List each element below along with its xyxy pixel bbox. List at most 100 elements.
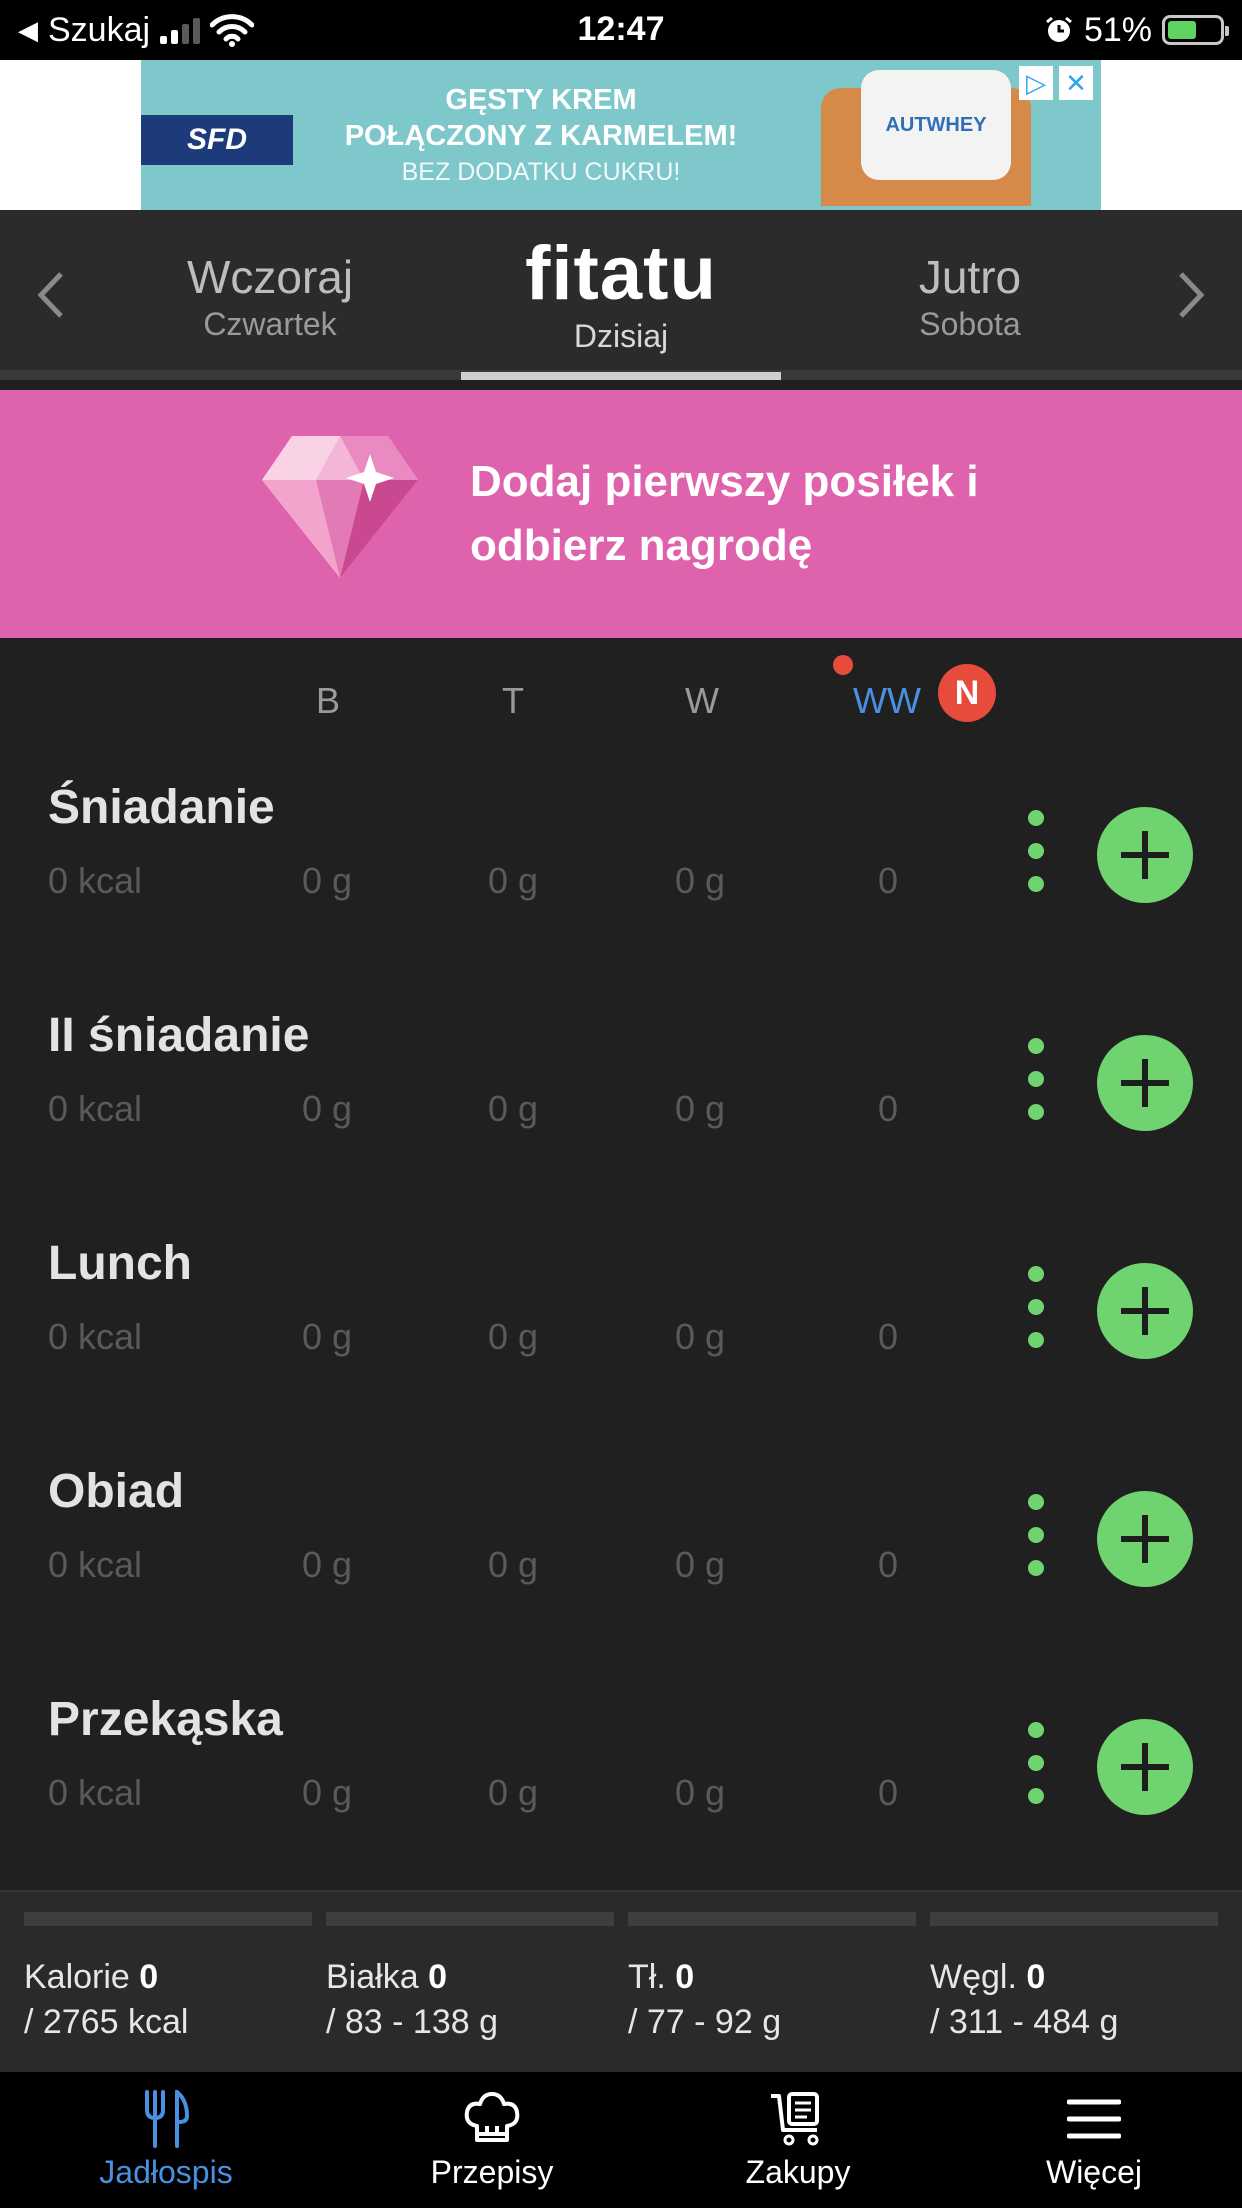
column-header-ww[interactable]: WW	[853, 680, 921, 722]
fat-range: / 77 - 92 g	[628, 2003, 782, 2041]
calories-label: Kalorie	[24, 1958, 130, 1996]
reward-promo-banner[interactable]: Dodaj pierwszy posiłek i odbierz nagrodę	[0, 390, 1242, 638]
ad-info-icon[interactable]: ▷	[1019, 66, 1053, 100]
next-weekday: Sobota	[919, 306, 1021, 342]
calories-progress-bar	[24, 1912, 312, 1926]
ad-area: SFD GĘSTY KREM POŁĄCZONY Z KARMELEM! BEZ…	[0, 60, 1242, 210]
protein-value: 0	[428, 1958, 447, 1996]
ad-logo: SFD	[141, 115, 293, 165]
promo-text: Dodaj pierwszy posiłek i odbierz nagrodę	[470, 457, 979, 570]
meal-row[interactable]: II śniadanie 0 kcal 0 g 0 g 0 g 0	[0, 988, 1242, 1216]
ad-banner[interactable]: SFD GĘSTY KREM POŁĄCZONY Z KARMELEM! BEZ…	[141, 60, 1101, 210]
previous-day-label: Wczoraj	[186, 251, 354, 303]
daily-summary[interactable]: Kalorie 0 / 2765 kcal Białka 0 / 83 - 13…	[0, 1890, 1242, 2072]
meal-fat: 0 g	[488, 860, 539, 901]
tab-label: Więcej	[1045, 2154, 1142, 2190]
ad-line-3: BEZ DODATKU CUKRU!	[401, 158, 681, 186]
add-meal-button[interactable]	[1097, 1263, 1193, 1359]
protein-range: / 83 - 138 g	[326, 2003, 499, 2041]
meal-row[interactable]: Lunch 0 kcal 0 g 0 g 0 g 0	[0, 1216, 1242, 1444]
meal-fat: 0 g	[488, 1544, 539, 1585]
meal-protein: 0 g	[302, 1544, 353, 1585]
previous-day-arrow-icon[interactable]	[25, 260, 75, 330]
tab-bar: Jadłospis Przepisy Zakupy Więcej	[0, 2072, 1242, 2208]
previous-weekday: Czwartek	[203, 306, 337, 342]
tab-jadlospis[interactable]: Jadłospis	[41, 2090, 291, 2191]
meal-fat: 0 g	[488, 1088, 539, 1129]
meal-protein: 0 g	[302, 1772, 353, 1813]
fat-progress-bar	[628, 1912, 916, 1926]
meal-kcal: 0 kcal	[48, 1316, 143, 1357]
meal-name: Lunch	[48, 1237, 192, 1290]
battery-percent: 51%	[1083, 10, 1152, 49]
previous-day[interactable]: Wczoraj Czwartek	[150, 250, 390, 343]
current-day[interactable]: fitatu Dzisiaj	[460, 232, 782, 355]
fork-knife-icon	[145, 2090, 190, 2148]
more-options-icon[interactable]	[1026, 1494, 1046, 1578]
meal-name: Przekąska	[48, 1693, 283, 1746]
meal-carbs: 0 g	[675, 1544, 726, 1585]
next-day-label: Jutro	[918, 251, 1022, 303]
more-options-icon[interactable]	[1026, 1038, 1046, 1122]
add-meal-button[interactable]	[1097, 807, 1193, 903]
column-header-carbs: W	[685, 680, 719, 721]
battery-icon	[1162, 15, 1229, 45]
active-day-indicator	[461, 372, 781, 380]
meal-protein: 0 g	[302, 1316, 353, 1357]
column-header-protein: B	[316, 680, 341, 721]
menu-icon	[1067, 2099, 1121, 2139]
next-day[interactable]: Jutro Sobota	[850, 250, 1090, 343]
meal-kcal: 0 kcal	[48, 1088, 143, 1129]
ad-close-icon[interactable]: ✕	[1059, 66, 1093, 100]
current-day-label: Dzisiaj	[573, 318, 669, 354]
meal-name: II śniadanie	[48, 1009, 310, 1062]
meal-protein: 0 g	[302, 860, 353, 901]
next-day-arrow-icon[interactable]	[1167, 260, 1217, 330]
ad-text: GĘSTY KREM POŁĄCZONY Z KARMELEM! BEZ DOD…	[321, 82, 761, 190]
carbs-label: Węgl.	[930, 1958, 1017, 1996]
fat-label: Tł.	[628, 1958, 666, 1996]
meal-kcal: 0 kcal	[48, 1772, 143, 1813]
diamond-icon	[262, 436, 418, 578]
calories-range: / 2765 kcal	[24, 2003, 189, 2041]
status-bar: ◀ Szukaj 12:47 51%	[0, 0, 1242, 60]
carbs-value: 0	[1026, 1958, 1046, 1996]
chef-hat-icon	[464, 2092, 520, 2142]
calories-value: 0	[139, 1958, 159, 1996]
add-meal-button[interactable]	[1097, 1491, 1193, 1587]
cart-icon	[771, 2092, 819, 2146]
column-header-fat: T	[502, 680, 524, 721]
meal-row[interactable]: Przekąska 0 kcal 0 g 0 g 0 g 0	[0, 1672, 1242, 1900]
tab-zakupy[interactable]: Zakupy	[673, 2090, 923, 2191]
meal-carbs: 0 g	[675, 1772, 726, 1813]
carbs-range: / 311 - 484 g	[930, 2003, 1119, 2041]
new-badge: N	[938, 664, 996, 722]
meal-kcal: 0 kcal	[48, 860, 143, 901]
meal-ww: 0	[878, 1088, 899, 1129]
meal-row[interactable]: Śniadanie 0 kcal 0 g 0 g 0 g 0	[0, 760, 1242, 988]
ad-line-2: POŁĄCZONY Z KARMELEM!	[344, 120, 738, 152]
meal-fat: 0 g	[488, 1316, 539, 1357]
more-options-icon[interactable]	[1026, 810, 1046, 894]
more-options-icon[interactable]	[1026, 1722, 1046, 1806]
meal-fat: 0 g	[488, 1772, 539, 1813]
meal-kcal: 0 kcal	[48, 1544, 143, 1585]
protein-progress-bar	[326, 1912, 614, 1926]
add-meal-button[interactable]	[1097, 1719, 1193, 1815]
tab-przepisy[interactable]: Przepisy	[367, 2090, 617, 2191]
meal-ww: 0	[878, 1316, 899, 1357]
tab-label: Przepisy	[430, 2154, 554, 2190]
meal-ww: 0	[878, 860, 899, 901]
protein-label: Białka	[326, 1958, 419, 1996]
tab-wiecej[interactable]: Więcej	[969, 2090, 1219, 2191]
meal-carbs: 0 g	[675, 1316, 726, 1357]
add-meal-button[interactable]	[1097, 1035, 1193, 1131]
more-options-icon[interactable]	[1026, 1266, 1046, 1350]
meal-carbs: 0 g	[675, 1088, 726, 1129]
tab-label: Jadłospis	[99, 2154, 233, 2190]
app-logo: fitatu	[460, 232, 782, 316]
summary-carbs: Węgl. 0 / 311 - 484 g	[930, 1912, 1218, 2042]
meal-carbs: 0 g	[675, 860, 726, 901]
summary-protein: Białka 0 / 83 - 138 g	[326, 1912, 614, 2042]
meal-row[interactable]: Obiad 0 kcal 0 g 0 g 0 g 0	[0, 1444, 1242, 1672]
